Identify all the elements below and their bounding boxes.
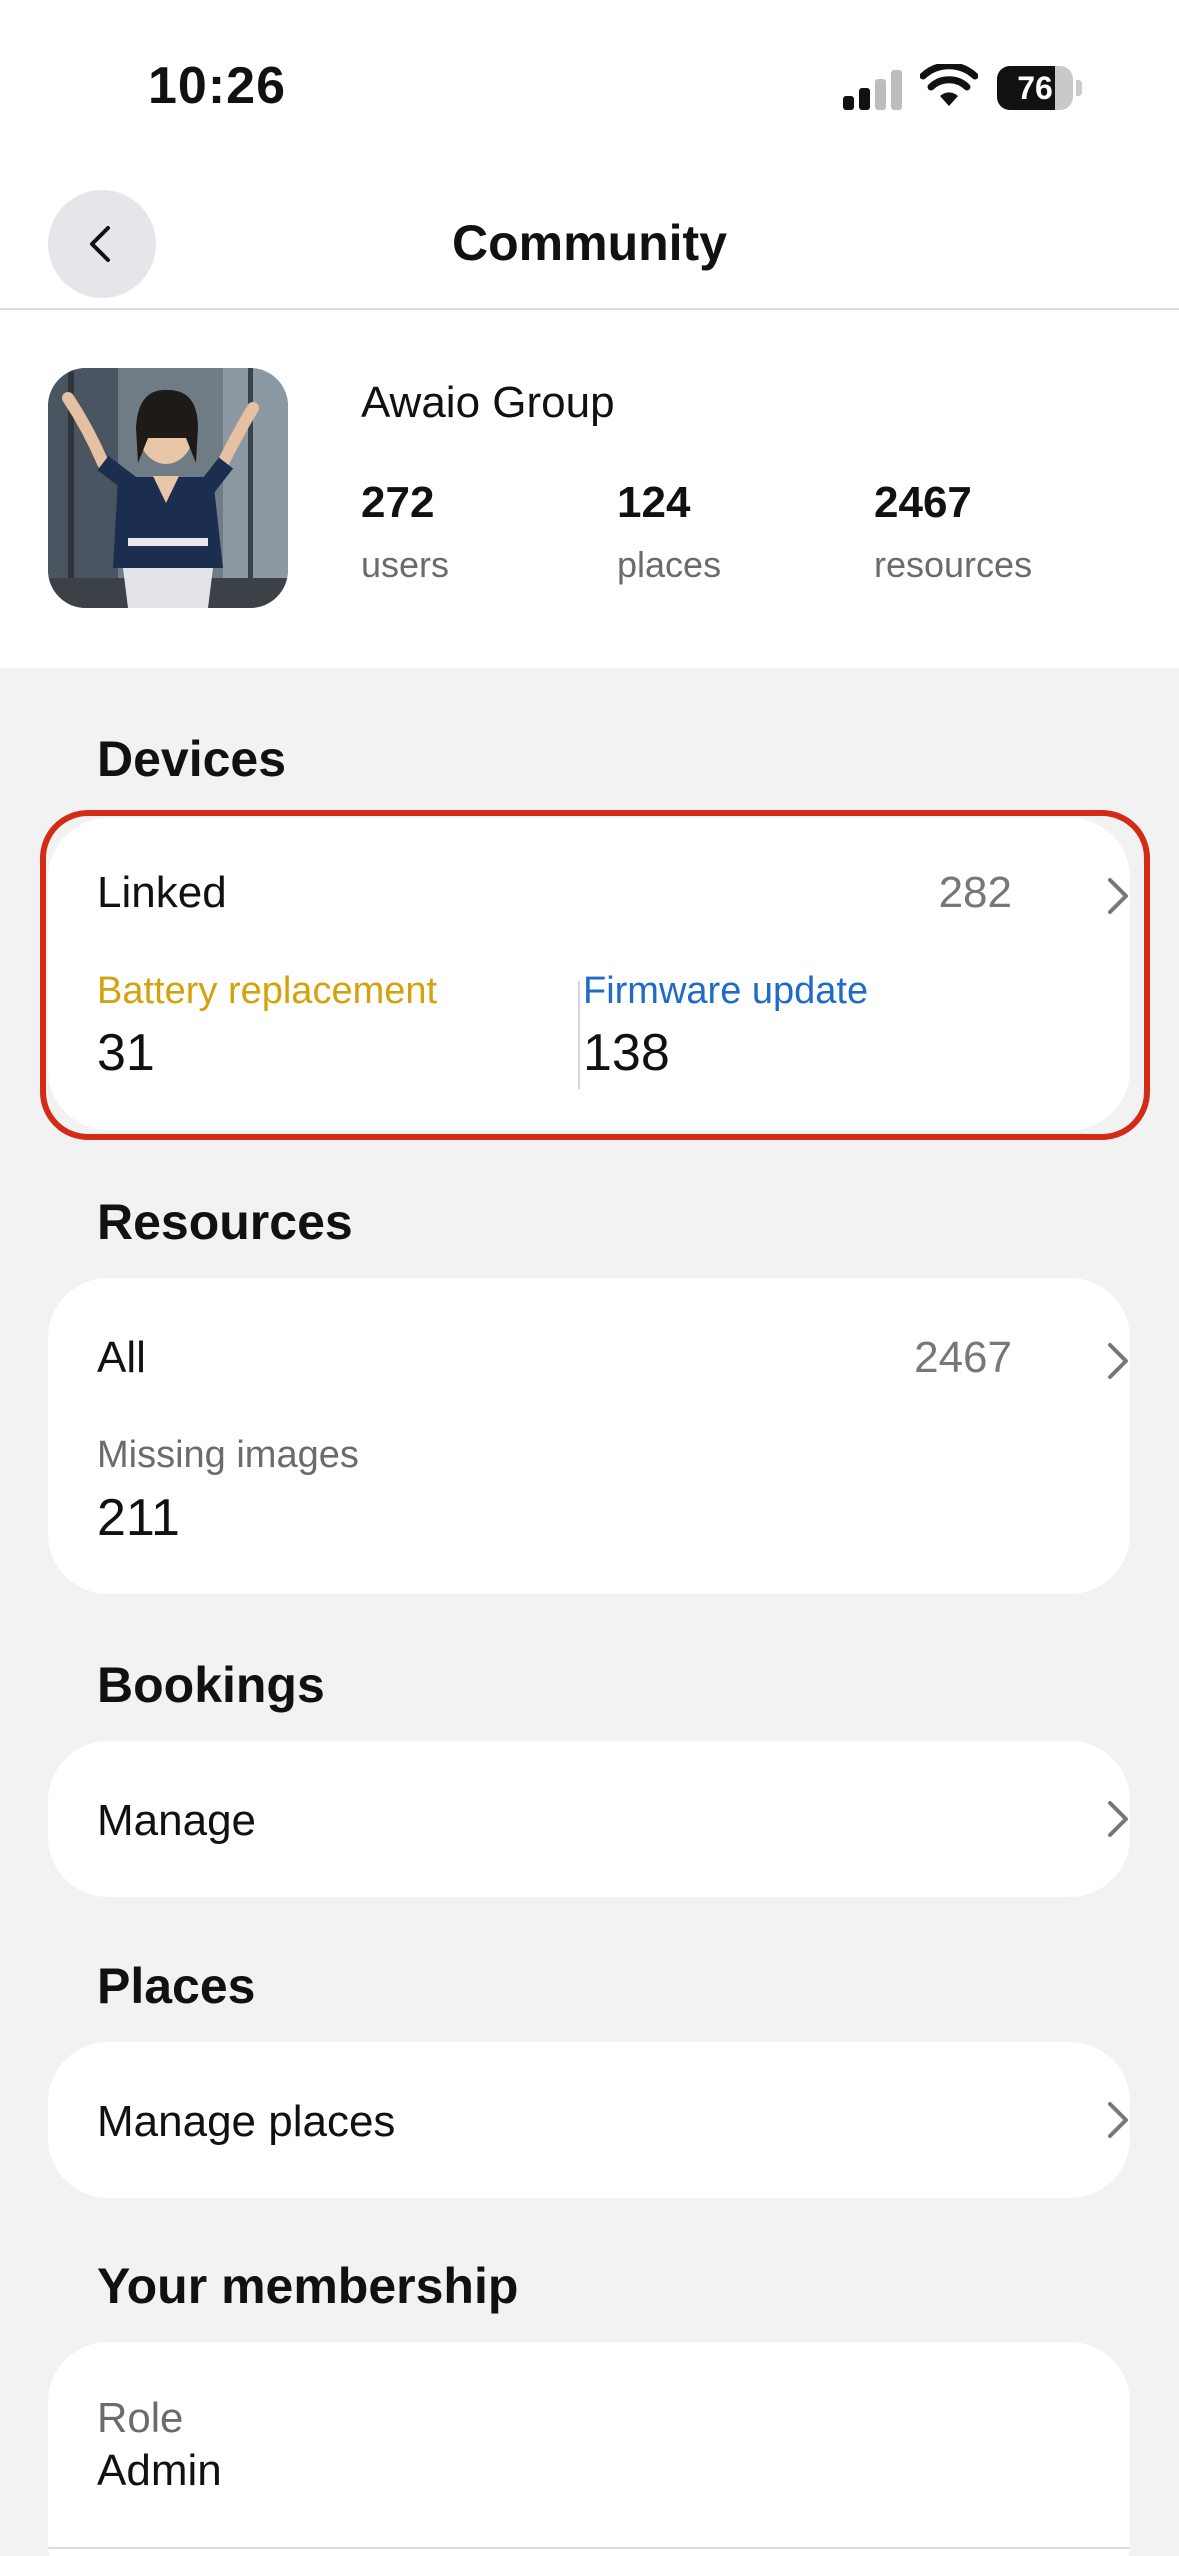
stat-places: 124 places: [617, 478, 721, 586]
cellular-signal-icon: [843, 70, 902, 110]
stat-value: 2467: [874, 478, 972, 527]
divider: [48, 2547, 1130, 2549]
missing-images-label: Missing images: [97, 1434, 359, 1476]
role-label: Role: [97, 2394, 184, 2441]
wifi-icon: [920, 64, 978, 106]
stat-value: 272: [361, 478, 435, 527]
navigation-bar: Community: [0, 180, 1179, 310]
chevron-right-icon: [1108, 1343, 1128, 1379]
stat-label: resources: [874, 544, 1033, 585]
role-value: Admin: [97, 2446, 222, 2495]
battery-percentage: 76: [1017, 70, 1053, 106]
missing-images-value: 211: [97, 1489, 180, 1547]
places-manage-row[interactable]: Manage places: [48, 2042, 1130, 2198]
community-name: Awaio Group: [361, 378, 615, 427]
chevron-right-icon: [1108, 1801, 1128, 1837]
battery-icon: 76: [997, 66, 1082, 110]
section-title-membership: Your membership: [97, 2258, 519, 2314]
section-title-places: Places: [97, 1958, 256, 2014]
chevron-right-icon: [1108, 2102, 1128, 2138]
stat-value: 124: [617, 478, 691, 527]
status-bar: 10:26 76: [0, 0, 1179, 170]
stat-label: users: [361, 544, 450, 585]
places-manage-label: Manage places: [97, 2097, 396, 2146]
stat-label: places: [617, 544, 722, 585]
stat-users: 272 users: [361, 478, 449, 586]
stat-resources: 2467 resources: [874, 478, 1032, 586]
status-time: 10:26: [148, 57, 286, 115]
section-title-resources: Resources: [97, 1194, 353, 1250]
section-title-bookings: Bookings: [97, 1657, 325, 1713]
resources-all-count: 2467: [914, 1333, 1012, 1382]
community-avatar: [48, 368, 288, 608]
community-header: Awaio Group 272 users 124 places 2467 re…: [0, 312, 1179, 668]
highlight-outline: [40, 810, 1150, 1140]
membership-card: Role Admin: [48, 2342, 1130, 2556]
bookings-manage-row[interactable]: Manage: [48, 1741, 1130, 1897]
section-title-devices: Devices: [97, 731, 287, 787]
resources-all-label: All: [97, 1333, 146, 1382]
page-title: Community: [452, 215, 727, 271]
bookings-manage-label: Manage: [97, 1796, 257, 1845]
resources-card[interactable]: All 2467 Missing images 211: [48, 1278, 1130, 1594]
